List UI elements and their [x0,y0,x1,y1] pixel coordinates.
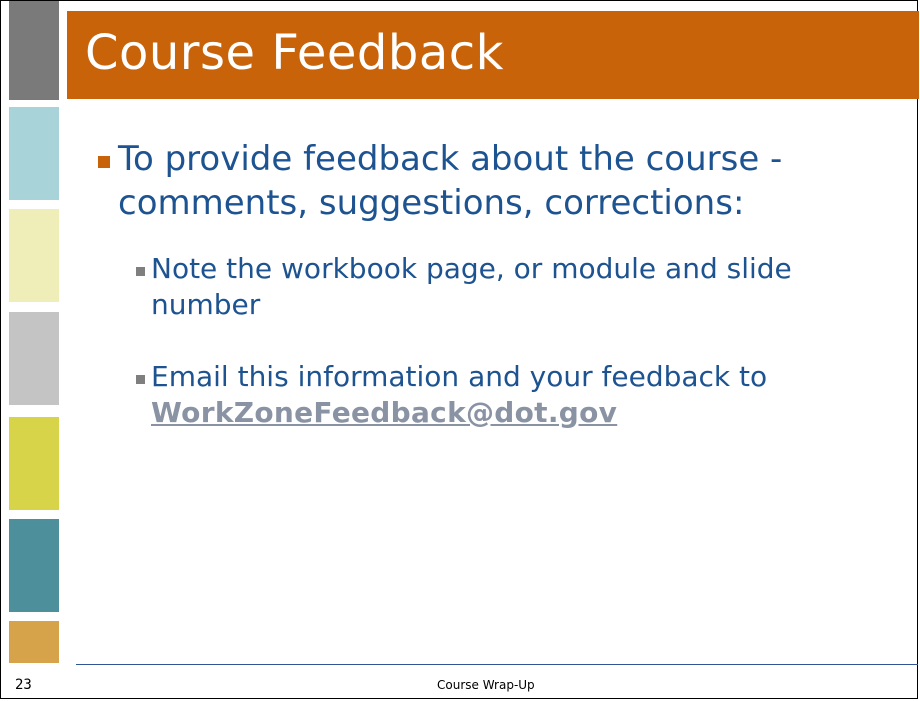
sub-bullet-text: Note the workbook page, or module and sl… [151,252,792,321]
rail-block-silver [9,312,59,405]
left-color-rail [1,1,59,700]
rail-block-cream [9,209,59,302]
rail-block-teal [9,519,59,612]
small-square-bullet-icon [136,267,145,276]
rail-block-gray [9,1,59,100]
sub-bullet-text-before-link: Email this information and your feedback… [151,360,768,393]
slide-title: Course Feedback [85,25,504,81]
sub-bullet-item: Note the workbook page, or module and sl… [136,251,876,327]
small-square-bullet-icon [136,375,145,384]
rail-block-yellow [9,417,59,510]
slide-frame: Course Feedback To provide feedback abou… [0,0,919,700]
sub-bullet-item: Email this information and your feedback… [136,359,876,435]
bullet-text: To provide feedback about the course - c… [118,139,783,223]
sub-bullet-text: Email this information and your feedback… [151,359,767,431]
rail-block-gold [9,621,59,663]
bullet-item: To provide feedback about the course - c… [98,137,888,227]
square-bullet-icon [98,156,110,168]
email-link[interactable]: WorkZoneFeedback@dot.gov [151,396,617,429]
footer-divider [76,664,918,665]
rail-block-light-blue [9,107,59,200]
footer-course-section: Course Wrap-Up [437,678,535,692]
slide-number: 23 [15,677,32,693]
